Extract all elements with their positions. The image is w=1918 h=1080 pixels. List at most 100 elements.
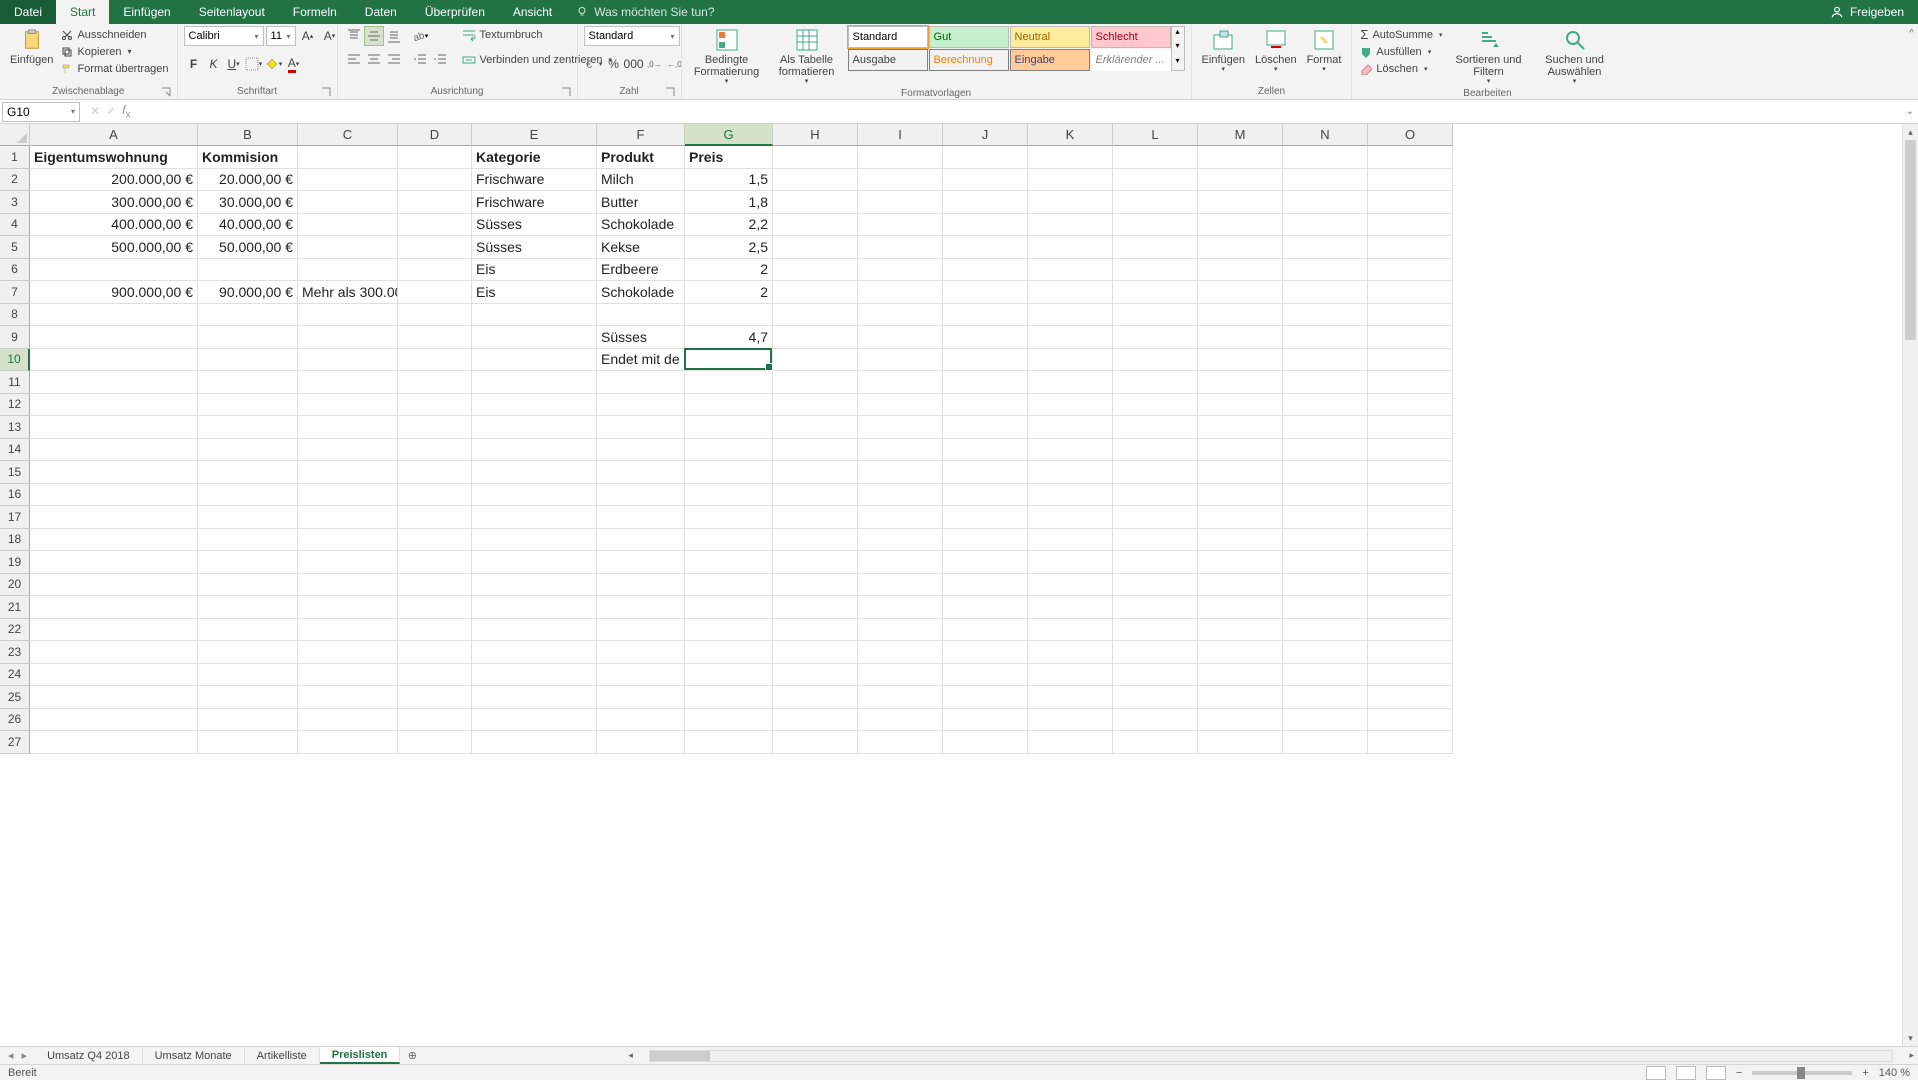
tab-seitenlayout[interactable]: Seitenlayout bbox=[185, 0, 279, 24]
cell-D22[interactable] bbox=[398, 619, 472, 642]
cell-G5[interactable]: 2,5 bbox=[685, 236, 773, 259]
cell-J17[interactable] bbox=[943, 506, 1028, 529]
cell-B25[interactable] bbox=[198, 686, 298, 709]
cell-H7[interactable] bbox=[773, 281, 858, 304]
row-header-25[interactable]: 25 bbox=[0, 686, 30, 709]
hscroll-thumb[interactable] bbox=[650, 1051, 710, 1061]
align-top-button[interactable] bbox=[344, 26, 364, 46]
row-header-27[interactable]: 27 bbox=[0, 731, 30, 754]
cell-C18[interactable] bbox=[298, 529, 398, 552]
cell-styles-gallery[interactable]: StandardGutNeutralSchlechtAusgabeBerechn… bbox=[848, 26, 1185, 71]
cell-A18[interactable] bbox=[30, 529, 198, 552]
cell-M16[interactable] bbox=[1198, 484, 1283, 507]
row-header-13[interactable]: 13 bbox=[0, 416, 30, 439]
name-box[interactable]: G10▾ bbox=[2, 102, 80, 122]
decrease-indent-button[interactable] bbox=[410, 50, 430, 70]
cell-D27[interactable] bbox=[398, 731, 472, 754]
cell-M21[interactable] bbox=[1198, 596, 1283, 619]
increase-decimals-button[interactable]: ,0→ bbox=[644, 54, 664, 74]
row-header-22[interactable]: 22 bbox=[0, 619, 30, 642]
cell-J2[interactable] bbox=[943, 169, 1028, 192]
cell-B26[interactable] bbox=[198, 709, 298, 732]
col-header-A[interactable]: A bbox=[30, 124, 198, 146]
cell-K17[interactable] bbox=[1028, 506, 1113, 529]
cell-A6[interactable] bbox=[30, 259, 198, 282]
paste-button[interactable]: Einfügen bbox=[6, 26, 57, 68]
cell-D26[interactable] bbox=[398, 709, 472, 732]
sort-filter-button[interactable]: Sortieren und Filtern▾ bbox=[1447, 26, 1531, 88]
cell-J11[interactable] bbox=[943, 371, 1028, 394]
cell-M27[interactable] bbox=[1198, 731, 1283, 754]
dialog-launcher-icon[interactable] bbox=[321, 87, 331, 97]
cell-H21[interactable] bbox=[773, 596, 858, 619]
cell-E12[interactable] bbox=[472, 394, 597, 417]
cell-E17[interactable] bbox=[472, 506, 597, 529]
cell-I18[interactable] bbox=[858, 529, 943, 552]
cell-N1[interactable] bbox=[1283, 146, 1368, 169]
cell-C21[interactable] bbox=[298, 596, 398, 619]
cell-C14[interactable] bbox=[298, 439, 398, 462]
cell-J24[interactable] bbox=[943, 664, 1028, 687]
cell-K25[interactable] bbox=[1028, 686, 1113, 709]
zoom-level[interactable]: 140 % bbox=[1879, 1067, 1910, 1079]
cell-A13[interactable] bbox=[30, 416, 198, 439]
cell-M13[interactable] bbox=[1198, 416, 1283, 439]
cell-N20[interactable] bbox=[1283, 574, 1368, 597]
cell-G9[interactable]: 4,7 bbox=[685, 326, 773, 349]
cell-G27[interactable] bbox=[685, 731, 773, 754]
cell-H17[interactable] bbox=[773, 506, 858, 529]
cell-B18[interactable] bbox=[198, 529, 298, 552]
cell-G1[interactable]: Preis bbox=[685, 146, 773, 169]
cell-H19[interactable] bbox=[773, 551, 858, 574]
cell-G12[interactable] bbox=[685, 394, 773, 417]
number-format-combo[interactable]: Standard▾ bbox=[584, 26, 680, 46]
row-header-26[interactable]: 26 bbox=[0, 709, 30, 732]
col-header-M[interactable]: M bbox=[1198, 124, 1283, 146]
cell-O5[interactable] bbox=[1368, 236, 1453, 259]
cell-B22[interactable] bbox=[198, 619, 298, 642]
cell-G17[interactable] bbox=[685, 506, 773, 529]
col-header-D[interactable]: D bbox=[398, 124, 472, 146]
thousands-button[interactable]: 000 bbox=[624, 54, 644, 74]
cell-M18[interactable] bbox=[1198, 529, 1283, 552]
align-bottom-button[interactable] bbox=[384, 26, 404, 46]
cell-O21[interactable] bbox=[1368, 596, 1453, 619]
cell-J13[interactable] bbox=[943, 416, 1028, 439]
cell-I25[interactable] bbox=[858, 686, 943, 709]
cell-A19[interactable] bbox=[30, 551, 198, 574]
cell-O1[interactable] bbox=[1368, 146, 1453, 169]
cell-E7[interactable]: Eis bbox=[472, 281, 597, 304]
sheet-nav-next-icon[interactable]: ▸ bbox=[22, 1049, 28, 1062]
cell-style-standard[interactable]: Standard bbox=[848, 26, 928, 48]
fill-button[interactable]: Ausfüllen▾ bbox=[1358, 43, 1444, 60]
cell-M24[interactable] bbox=[1198, 664, 1283, 687]
hscroll-right-icon[interactable]: ▸ bbox=[1905, 1050, 1918, 1061]
format-cells-button[interactable]: Format▾ bbox=[1303, 26, 1346, 76]
cell-A27[interactable] bbox=[30, 731, 198, 754]
cell-M10[interactable] bbox=[1198, 349, 1283, 372]
cell-K8[interactable] bbox=[1028, 304, 1113, 327]
cell-J27[interactable] bbox=[943, 731, 1028, 754]
row-header-23[interactable]: 23 bbox=[0, 641, 30, 664]
cell-L26[interactable] bbox=[1113, 709, 1198, 732]
cell-E25[interactable] bbox=[472, 686, 597, 709]
cell-N9[interactable] bbox=[1283, 326, 1368, 349]
cell-I2[interactable] bbox=[858, 169, 943, 192]
cell-C3[interactable] bbox=[298, 191, 398, 214]
cell-L16[interactable] bbox=[1113, 484, 1198, 507]
hscroll-left-icon[interactable]: ◂ bbox=[624, 1050, 637, 1061]
cell-I21[interactable] bbox=[858, 596, 943, 619]
cell-B4[interactable]: 40.000,00 € bbox=[198, 214, 298, 237]
gallery-down-icon[interactable]: ▾ bbox=[1172, 41, 1184, 55]
cell-M3[interactable] bbox=[1198, 191, 1283, 214]
cell-C20[interactable] bbox=[298, 574, 398, 597]
cell-B16[interactable] bbox=[198, 484, 298, 507]
cell-F4[interactable]: Schokolade bbox=[597, 214, 685, 237]
cell-L17[interactable] bbox=[1113, 506, 1198, 529]
cell-C7[interactable]: Mehr als 300.000 bbox=[298, 281, 398, 304]
cell-L6[interactable] bbox=[1113, 259, 1198, 282]
cell-E24[interactable] bbox=[472, 664, 597, 687]
cell-F23[interactable] bbox=[597, 641, 685, 664]
sheet-tab-preislisten[interactable]: Preislisten bbox=[320, 1047, 401, 1064]
cell-F6[interactable]: Erdbeere bbox=[597, 259, 685, 282]
